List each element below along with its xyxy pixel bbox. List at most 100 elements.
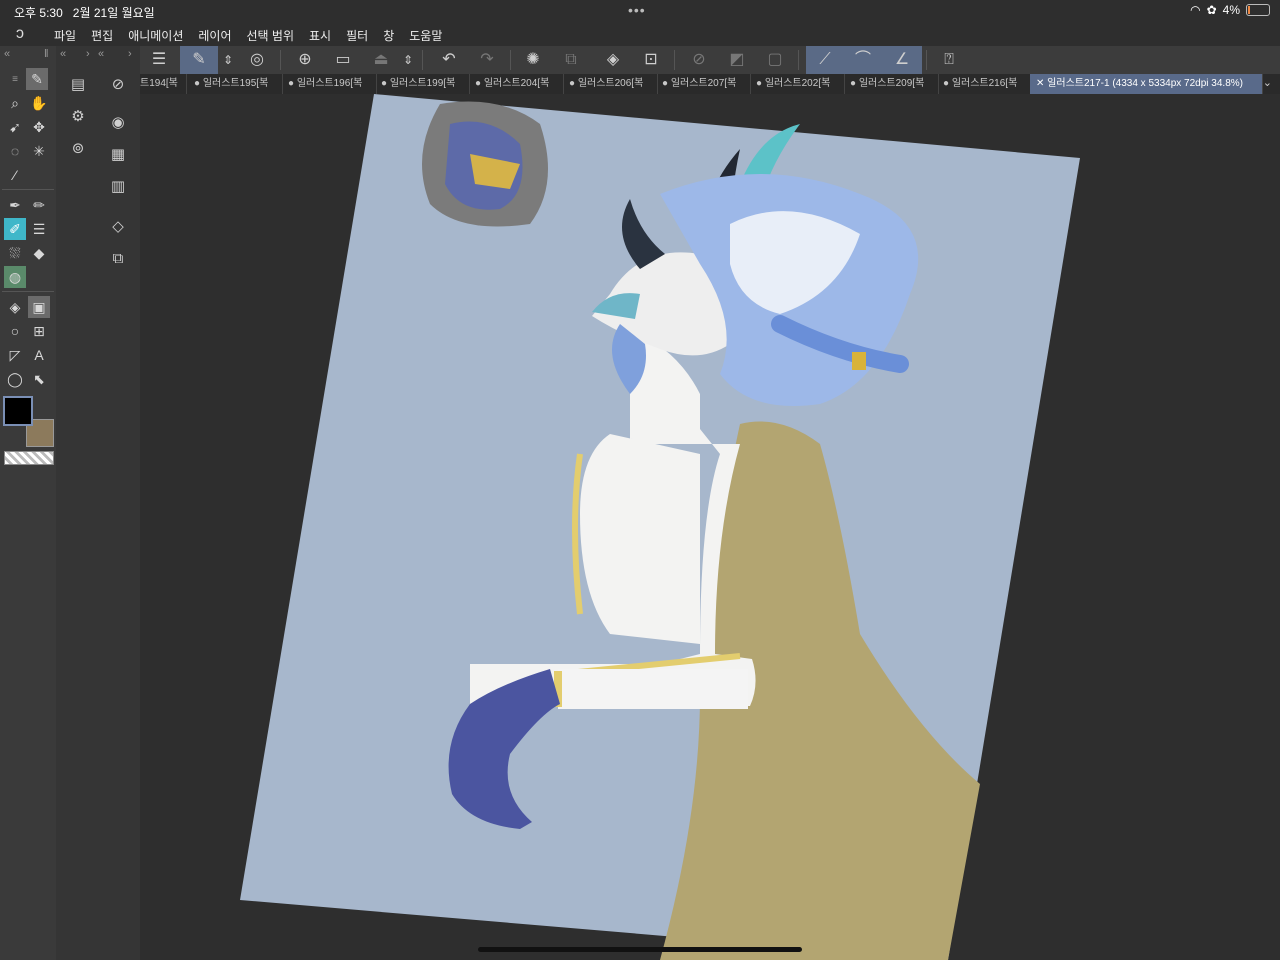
select-icon[interactable]: ▢	[760, 46, 790, 74]
artwork-svg[interactable]	[140, 94, 1280, 960]
color-wheel-icon[interactable]: ◉	[106, 110, 130, 134]
tool-palette: « ‖ ≡ ✎ ⌕ ✋ ➹ ✥ ◌ ✳ ⁄ ✒ ✏ ✐ ☰ ⛆ ◆ ◍ ◈ ▣ …	[0, 46, 56, 960]
menu-lines-icon[interactable]: ≡	[4, 68, 26, 90]
magic-wand-icon[interactable]: ✳	[28, 140, 50, 162]
chevron-down-icon[interactable]: ⌄	[1263, 76, 1272, 89]
menu-animation[interactable]: 애니메이션	[128, 27, 183, 44]
deselect-icon[interactable]: ⊘	[684, 46, 714, 74]
fill-bucket-icon[interactable]: ◈	[598, 46, 628, 74]
airbrush-icon[interactable]: ⛆	[4, 242, 26, 264]
correct-line-icon[interactable]: ⬉	[28, 368, 50, 390]
tab-active[interactable]: ✕ 일러스트217-1 (4334 x 5334px 72dpi 34.8%)	[1030, 74, 1263, 94]
menu-help[interactable]: 도움말	[409, 27, 442, 44]
menu-filter[interactable]: 필터	[346, 27, 368, 44]
color-set-icon[interactable]: ▦	[106, 142, 130, 166]
save-icon[interactable]: ⏏	[366, 46, 396, 74]
battery-icon	[1246, 4, 1270, 16]
multitask-dots[interactable]: •••	[628, 2, 646, 18]
brush-stroke-icon[interactable]: ⌒	[844, 46, 882, 74]
paw-icon: ✿	[1206, 3, 1217, 17]
canvas-area[interactable]	[140, 94, 1280, 960]
divider	[2, 189, 54, 190]
navigator-icon[interactable]: ⊘	[106, 72, 130, 96]
collapse-left-icon[interactable]: «	[4, 48, 10, 60]
pencil-icon[interactable]: ✏	[28, 194, 50, 216]
loading-icon[interactable]: ✺	[518, 46, 548, 74]
collapse-icon[interactable]: «	[60, 48, 66, 60]
zoom-icon[interactable]: ⌕	[4, 92, 26, 114]
sleeve-shape	[558, 669, 748, 709]
transparent-color-swatch[interactable]	[4, 451, 54, 465]
tab-196[interactable]: ● 일러스트196[복	[282, 74, 377, 94]
transform-icon[interactable]: ⊡	[636, 46, 666, 74]
menu-bar: ↄ 파일 편집 애니메이션 레이어 선택 범위 표시 필터 창 도움말	[0, 22, 1280, 46]
swirl-icon[interactable]: ◎	[242, 46, 272, 74]
layer-property-icon[interactable]: ⧉	[106, 246, 130, 270]
battery-percent: 4%	[1222, 3, 1240, 17]
stroke-icon[interactable]: ⟋	[806, 46, 844, 74]
chevron-updown-icon[interactable]: ⇕	[398, 46, 418, 74]
home-indicator[interactable]	[478, 947, 802, 952]
tab-202[interactable]: ● 일러스트202[복	[750, 74, 845, 94]
menu-edit[interactable]: 편집	[91, 27, 113, 44]
menu-view[interactable]: 표시	[309, 27, 331, 44]
tab-199[interactable]: ● 일러스트199[복	[375, 74, 470, 94]
menu-window[interactable]: 창	[383, 27, 394, 44]
timeline-icon[interactable]: ▥	[106, 174, 130, 198]
braid-clasp	[852, 352, 866, 370]
tab-194[interactable]: 트194[복	[140, 74, 187, 94]
document-tabs: 트194[복 ● 일러스트195[복 ● 일러스트196[복 ● 일러스트199…	[140, 74, 1280, 94]
move-icon[interactable]: ✥	[28, 116, 50, 138]
close-tab-icon[interactable]: ✕	[1036, 78, 1044, 89]
blend-icon[interactable]: ◍	[4, 266, 26, 288]
tab-207[interactable]: ● 일러스트207[복	[656, 74, 751, 94]
pen-icon[interactable]: ✎	[26, 68, 48, 90]
eyedropper-icon[interactable]: ⁄	[4, 164, 26, 186]
edit-icon[interactable]: ✎	[180, 46, 218, 74]
ruler-icon[interactable]: ◸	[4, 344, 26, 366]
hand-icon[interactable]: ✋	[28, 92, 50, 114]
undo-icon[interactable]: ↶	[434, 46, 464, 74]
tab-216[interactable]: ● 일러스트216[복	[937, 74, 1032, 94]
arrow-right-icon[interactable]: ›	[128, 48, 132, 60]
brush-icon[interactable]: ✐	[4, 218, 26, 240]
wifi-icon: ◠	[1190, 3, 1201, 17]
redo-icon[interactable]: ↷	[472, 46, 502, 74]
tab-204[interactable]: ● 일러스트204[복	[469, 74, 564, 94]
fill-icon[interactable]: ◈	[4, 296, 26, 318]
tab-206[interactable]: ● 일러스트206[복	[563, 74, 658, 94]
lasso-icon[interactable]: ◌	[4, 140, 26, 162]
menu-file[interactable]: 파일	[54, 27, 76, 44]
eraser-icon[interactable]: ◆	[28, 242, 50, 264]
chevron-updown-icon[interactable]: ⇕	[218, 46, 238, 74]
menu-layer[interactable]: 레이어	[198, 27, 231, 44]
main-color-swatch[interactable]	[3, 396, 33, 426]
tab-209[interactable]: ● 일러스트209[복	[844, 74, 939, 94]
brush-size-icon[interactable]: ⊚	[66, 136, 90, 160]
gradient-icon[interactable]: ▣	[28, 296, 50, 318]
figure-icon[interactable]: ○	[4, 320, 26, 342]
help-icon[interactable]: ⍰	[934, 46, 964, 74]
collapse-left-icon[interactable]: «	[98, 48, 104, 60]
open-folder-icon[interactable]: ▭	[328, 46, 358, 74]
clip-studio-logo-icon[interactable]: ↄ	[16, 25, 24, 43]
menu-icon[interactable]: ☰	[144, 46, 174, 74]
arrow-right-icon[interactable]: ›	[86, 48, 90, 60]
status-time: 오후 5:30 2월 21일 월요일	[14, 6, 155, 20]
sub-tool-icon[interactable]: ▤	[66, 72, 90, 96]
balloon-icon[interactable]: ◯	[4, 368, 26, 390]
frame-icon[interactable]: ⊞	[28, 320, 50, 342]
invert-icon[interactable]: ◩	[722, 46, 752, 74]
command-bar: ☰ ✎ ⇕ ◎ ⊕ ▭ ⏏ ⇕ ↶ ↷ ✺ ⧉ ◈ ⊡ ⊘ ◩ ▢ ⟋ ⌒ ∠ …	[140, 46, 1280, 74]
decoration-icon[interactable]: ☰	[28, 218, 50, 240]
operation-icon[interactable]: ➹	[4, 116, 26, 138]
copy-icon[interactable]: ⧉	[556, 46, 586, 74]
layer-icon[interactable]: ◇	[106, 214, 130, 238]
pen-tool-icon[interactable]: ✒	[4, 194, 26, 216]
tool-property-icon[interactable]: ⚙	[66, 104, 90, 128]
menu-selection[interactable]: 선택 범위	[247, 27, 295, 44]
angle-icon[interactable]: ∠	[882, 46, 922, 74]
new-file-icon[interactable]: ⊕	[290, 46, 320, 74]
text-icon[interactable]: A	[28, 344, 50, 366]
tab-195[interactable]: ● 일러스트195[복	[188, 74, 283, 94]
